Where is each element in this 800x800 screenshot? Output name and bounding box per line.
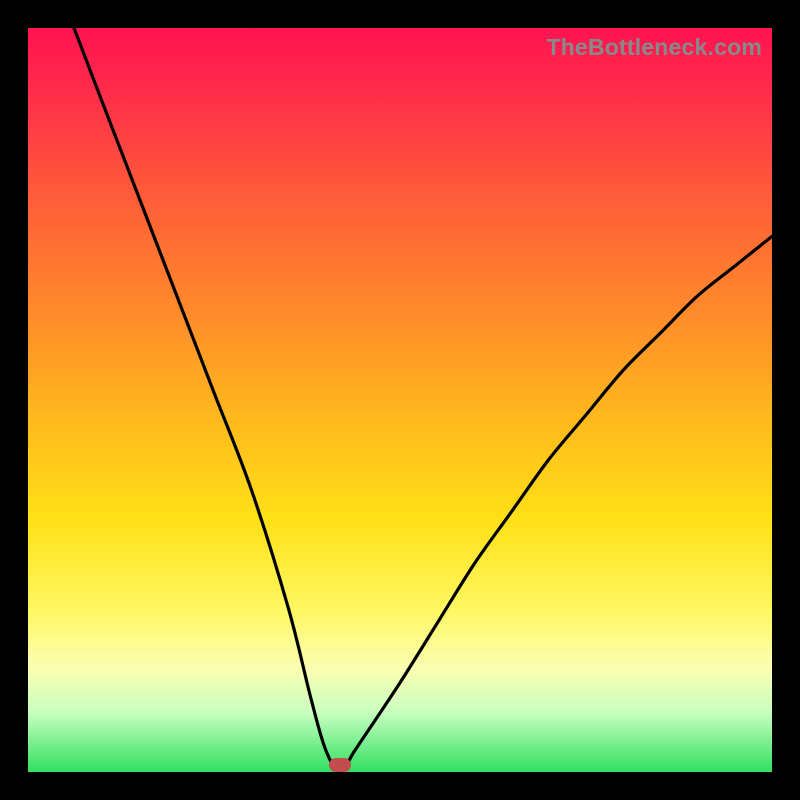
plot-area: TheBottleneck.com bbox=[28, 28, 772, 772]
bottleneck-curve bbox=[28, 28, 772, 772]
chart-frame: TheBottleneck.com bbox=[0, 0, 800, 800]
optimal-point-marker bbox=[329, 758, 351, 772]
